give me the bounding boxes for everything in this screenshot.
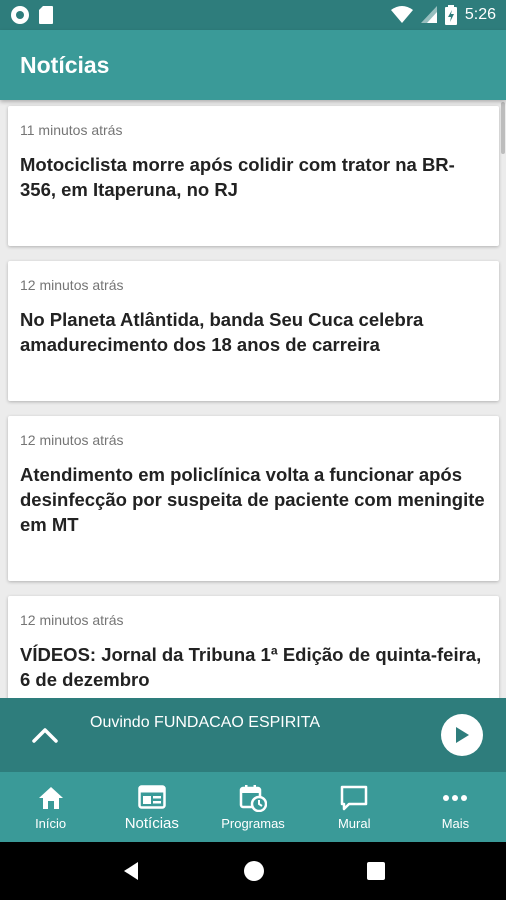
app-bar: Notícias <box>0 30 506 100</box>
more-dots-icon <box>443 794 468 801</box>
nav-item-mais[interactable]: Mais <box>405 772 506 842</box>
nav-item-programas[interactable]: Programas <box>202 772 303 842</box>
scrollbar-thumb[interactable] <box>501 102 505 154</box>
recents-icon[interactable] <box>366 861 386 881</box>
nav-label: Notícias <box>124 814 179 832</box>
nav-label: Programas <box>221 815 285 831</box>
home-icon <box>38 786 63 809</box>
play-button[interactable] <box>441 714 483 756</box>
status-bar: 5:26 <box>0 0 506 30</box>
chat-icon <box>340 785 368 810</box>
news-list[interactable]: 11 minutos atrás Motociclista morre após… <box>0 100 506 698</box>
news-time: 12 minutos atrás <box>20 612 124 628</box>
audio-player: Ouvindo FUNDACAO ESPIRITA <box>0 698 506 772</box>
news-card[interactable]: 12 minutos atrás Atendimento em policlín… <box>8 416 499 581</box>
nav-label: Mural <box>337 815 371 831</box>
battery-icon <box>444 5 457 25</box>
nav-item-inicio[interactable]: Início <box>0 772 101 842</box>
news-time: 12 minutos atrás <box>20 277 124 293</box>
nav-label: Mais <box>441 815 470 831</box>
now-playing-text: Ouvindo FUNDACAO ESPIRITA <box>90 714 320 731</box>
status-time: 5:26 <box>464 6 496 23</box>
nav-label: Início <box>35 815 67 831</box>
calendar-clock-icon <box>239 784 267 812</box>
news-card[interactable]: 12 minutos atrás No Planeta Atlântida, b… <box>8 261 499 401</box>
news-headline[interactable]: No Planeta Atlântida, banda Seu Cuca cel… <box>20 307 487 357</box>
circle-notification-icon <box>11 6 29 24</box>
news-card[interactable]: 11 minutos atrás Motociclista morre após… <box>8 106 499 246</box>
news-headline[interactable]: Motociclista morre após colidir com trat… <box>20 152 487 202</box>
cell-signal-icon <box>420 6 437 23</box>
newspaper-icon <box>138 784 166 809</box>
wifi-icon <box>390 6 413 23</box>
nav-item-noticias[interactable]: Notícias <box>101 772 202 842</box>
news-time: 11 minutos atrás <box>20 122 123 138</box>
play-icon <box>456 727 469 743</box>
page-title: Notícias <box>20 51 110 78</box>
news-card[interactable]: 12 minutos atrás VÍDEOS: Jornal da Tribu… <box>8 596 499 698</box>
news-headline[interactable]: VÍDEOS: Jornal da Tribuna 1ª Edição de q… <box>20 642 487 692</box>
home-circle-icon[interactable] <box>242 859 266 883</box>
chevron-up-icon <box>32 728 58 743</box>
system-navigation-bar <box>0 842 506 900</box>
expand-player-button[interactable] <box>30 720 60 750</box>
news-headline[interactable]: Atendimento em policlínica volta a funci… <box>20 462 487 537</box>
news-time: 12 minutos atrás <box>20 432 124 448</box>
sd-card-icon <box>39 6 53 24</box>
bottom-navigation: Início Notícias Programas Mural Mais <box>0 772 506 842</box>
back-icon[interactable] <box>120 860 142 882</box>
nav-item-mural[interactable]: Mural <box>304 772 405 842</box>
